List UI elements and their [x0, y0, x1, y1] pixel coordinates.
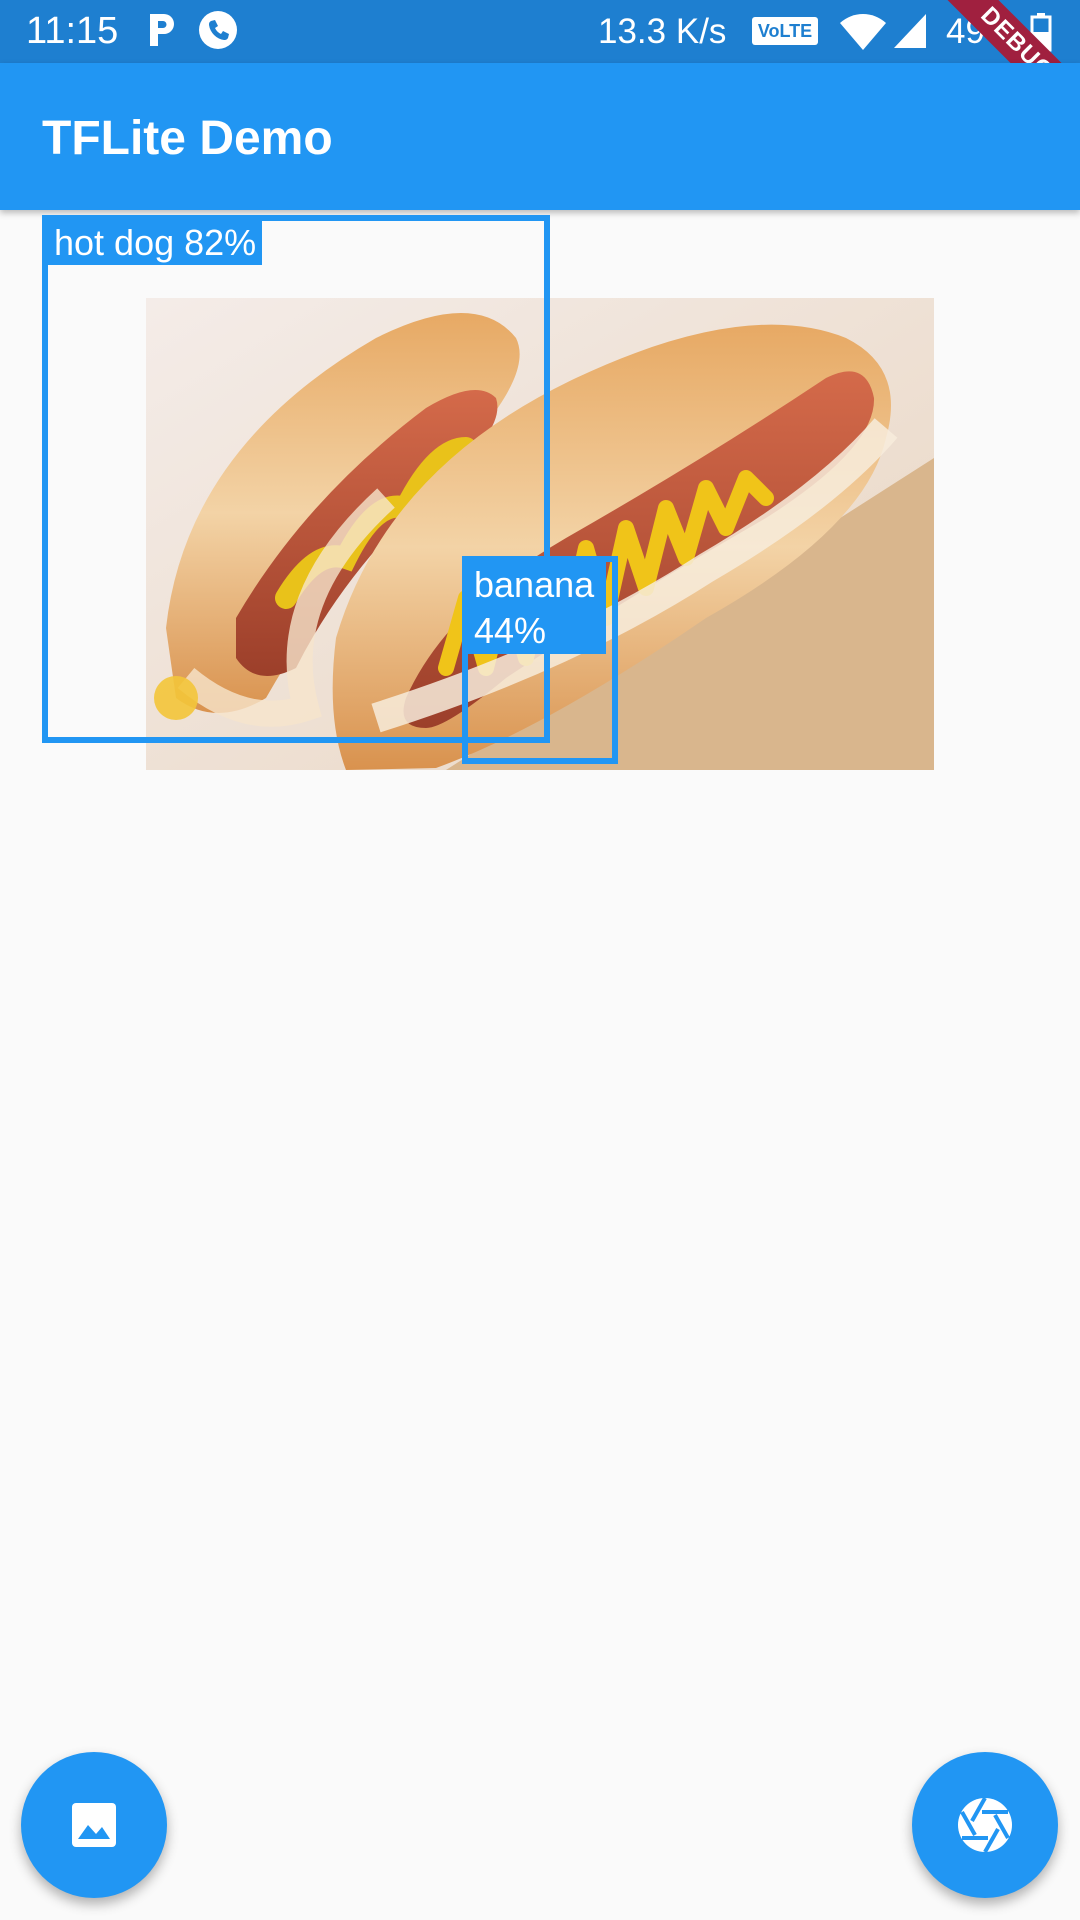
detection-label: banana 44% [468, 562, 606, 654]
status-time: 11:15 [26, 10, 119, 52]
app-bar: TFLite Demo [0, 63, 1080, 210]
parking-app-icon [150, 14, 174, 46]
detection-label: hot dog 82% [48, 221, 263, 265]
volte-badge: VoLTE [752, 17, 818, 45]
camera-button[interactable] [912, 1752, 1058, 1898]
wifi-icon [840, 14, 886, 50]
detection-box-banana: banana 44% [462, 556, 618, 764]
network-speed: 13.3 K/s [598, 12, 727, 51]
cell-signal-icon [894, 14, 926, 48]
camera-shutter-icon [958, 1797, 1012, 1853]
phone-call-icon [199, 11, 237, 49]
app-title: TFLite Demo [42, 112, 333, 165]
image-icon [72, 1803, 116, 1847]
pick-image-button[interactable] [21, 1752, 167, 1898]
status-bar: 11:15 13.3 K/s VoLTE 49% DEBUG [0, 0, 1080, 146]
